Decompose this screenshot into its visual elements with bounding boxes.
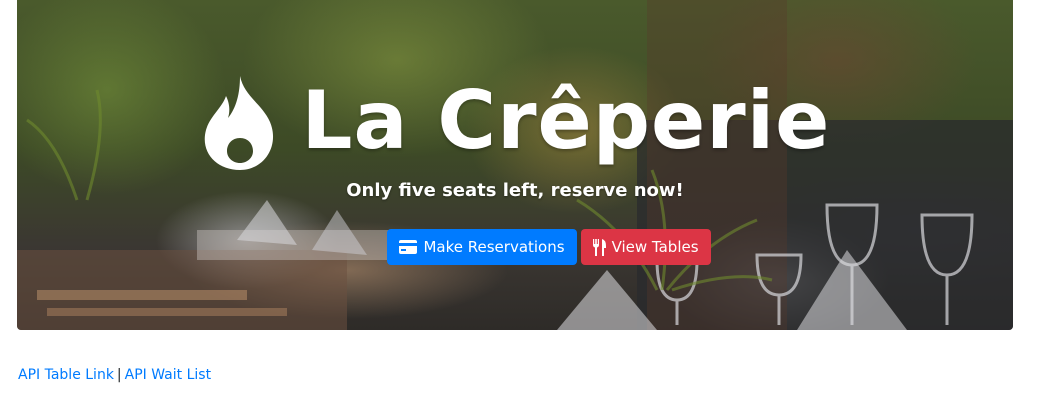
hero-banner: La Crêperie Only five seats left, reserv…: [17, 0, 1013, 330]
page-title: La Crêperie: [301, 74, 831, 167]
view-tables-button[interactable]: View Tables: [580, 229, 711, 265]
hero-actions: Make Reservations View Tables: [17, 229, 1013, 265]
link-separator: |: [116, 367, 122, 383]
api-wait-list-link[interactable]: API Wait List: [125, 367, 211, 383]
api-table-link[interactable]: API Table Link: [18, 367, 114, 383]
view-tables-label: View Tables: [611, 238, 699, 256]
make-reservations-label: Make Reservations: [423, 238, 565, 256]
footer-links: API Table Link | API Wait List: [18, 365, 211, 385]
flame-icon: [204, 76, 273, 170]
hero-heading: La Crêperie: [17, 66, 1013, 176]
make-reservations-button[interactable]: Make Reservations: [387, 229, 577, 265]
utensils-icon: [592, 238, 606, 256]
credit-card-icon: [399, 240, 418, 254]
hero-tagline: Only five seats left, reserve now!: [346, 180, 684, 201]
